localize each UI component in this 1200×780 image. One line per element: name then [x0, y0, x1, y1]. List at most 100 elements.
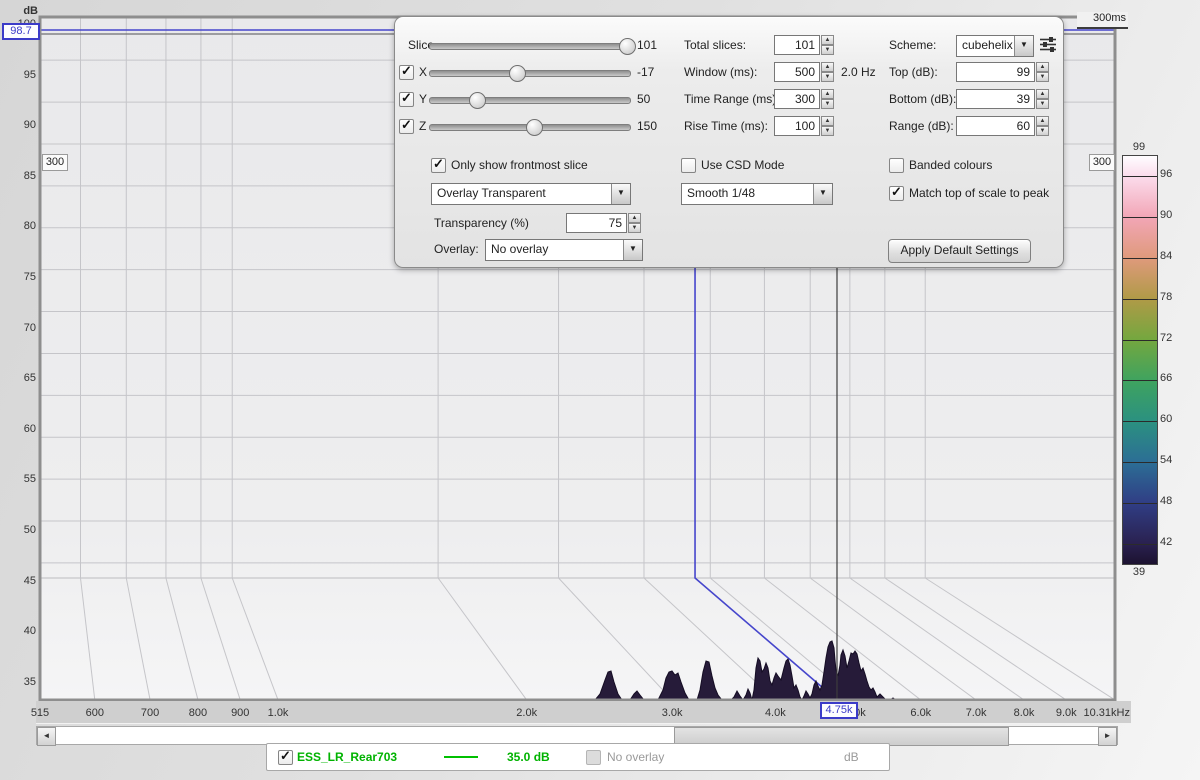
legend-overlay-label: No overlay — [607, 750, 664, 764]
spin-up-icon[interactable]: ▲ — [821, 62, 834, 72]
match-top-label: Match top of scale to peak — [909, 183, 1049, 203]
time-range-input[interactable]: 300 — [774, 89, 820, 109]
spin-up-icon[interactable]: ▲ — [821, 116, 834, 126]
spin-down-icon[interactable]: ▼ — [1036, 126, 1049, 136]
scheme-value: cubehelix — [957, 36, 1014, 56]
scroll-right-icon[interactable]: ► — [1098, 727, 1117, 746]
range-db-spinner: 60 ▲▼ — [956, 116, 1049, 136]
rise-time-label: Rise Time (ms): — [684, 116, 768, 136]
y-slider[interactable] — [429, 97, 631, 104]
match-top-checkbox[interactable] — [889, 186, 904, 201]
slice-slider-thumb[interactable] — [619, 38, 636, 55]
time-range-label: 300ms — [1077, 12, 1128, 29]
colorbar-band-label: 90 — [1160, 209, 1186, 221]
banded-colours-label: Banded colours — [909, 155, 992, 175]
top-db-input[interactable]: 99 — [956, 62, 1035, 82]
legend-bar: ESS_LR_Rear703 35.0 dB No overlay dB — [266, 743, 890, 771]
z-slider-value: 150 — [637, 116, 657, 136]
freq-tick-label: 1.0k — [246, 706, 310, 720]
colorbar-top-label: 99 — [1126, 141, 1152, 153]
chevron-down-icon[interactable]: ▼ — [623, 240, 642, 260]
colorbar-band-line — [1123, 421, 1157, 422]
legend-overlay-checkbox[interactable] — [586, 750, 601, 765]
x-slider-thumb[interactable] — [509, 65, 526, 82]
colorbar-band-line — [1123, 299, 1157, 300]
chevron-down-icon[interactable]: ▼ — [813, 184, 832, 204]
spin-up-icon[interactable]: ▲ — [821, 35, 834, 45]
colorbar-band-label: 60 — [1160, 413, 1186, 425]
trace-name[interactable]: ESS_LR_Rear703 — [297, 750, 397, 764]
spin-down-icon[interactable]: ▼ — [821, 99, 834, 109]
colorbar-band-line — [1123, 462, 1157, 463]
spin-down-icon[interactable]: ▼ — [1036, 99, 1049, 109]
colorbar-band-line — [1123, 544, 1157, 545]
y-axis-checkbox[interactable] — [399, 92, 414, 107]
x-axis-checkbox[interactable] — [399, 65, 414, 80]
rise-time-input[interactable]: 100 — [774, 116, 820, 136]
scheme-label: Scheme: — [889, 35, 936, 55]
bottom-db-input[interactable]: 39 — [956, 89, 1035, 109]
db-tick-label: 90 — [4, 118, 36, 132]
db-tick-label: 50 — [4, 523, 36, 537]
transparency-label: Transparency (%) — [434, 213, 529, 233]
y-slider-label: Y — [419, 89, 427, 109]
scroll-left-icon[interactable]: ◄ — [37, 727, 56, 746]
overlay-mode-select[interactable]: Overlay Transparent ▼ — [431, 183, 631, 205]
colorbar-band-label: 66 — [1160, 372, 1186, 384]
window-ms-spinner: 500 ▲▼ — [774, 62, 834, 82]
spin-up-icon[interactable]: ▲ — [1036, 62, 1049, 72]
banded-colours-checkbox[interactable] — [889, 158, 904, 173]
smoothing-value: Smooth 1/48 — [682, 184, 813, 204]
db-tick-label: 55 — [4, 472, 36, 486]
only-frontmost-checkbox[interactable] — [431, 158, 446, 173]
colorbar-band-label: 72 — [1160, 332, 1186, 344]
y-slider-thumb[interactable] — [469, 92, 486, 109]
spin-down-icon[interactable]: ▼ — [821, 72, 834, 82]
cursor-freq-readout[interactable]: 4.75k — [820, 702, 858, 719]
overlay-select[interactable]: No overlay ▼ — [485, 239, 643, 261]
transparency-input[interactable]: 75 — [566, 213, 627, 233]
use-csd-checkbox[interactable] — [681, 158, 696, 173]
colorbar-band-label: 54 — [1160, 454, 1186, 466]
range-db-input[interactable]: 60 — [956, 116, 1035, 136]
time-rear-label-right: 300 — [1089, 154, 1115, 171]
spin-down-icon[interactable]: ▼ — [628, 223, 641, 233]
smoothing-select[interactable]: Smooth 1/48 ▼ — [681, 183, 833, 205]
trace-visible-checkbox[interactable] — [278, 750, 293, 765]
slice-slider[interactable] — [429, 43, 631, 50]
total-slices-input[interactable]: 101 — [774, 35, 820, 55]
spin-down-icon[interactable]: ▼ — [1036, 72, 1049, 82]
spin-up-icon[interactable]: ▲ — [1036, 116, 1049, 126]
z-slider-thumb[interactable] — [526, 119, 543, 136]
spin-down-icon[interactable]: ▼ — [821, 126, 834, 136]
use-csd-label: Use CSD Mode — [701, 155, 784, 175]
spin-down-icon[interactable]: ▼ — [821, 45, 834, 55]
scheme-select[interactable]: cubehelix ▼ — [956, 35, 1034, 57]
z-slider[interactable] — [429, 124, 631, 131]
window-ms-input[interactable]: 500 — [774, 62, 820, 82]
chevron-down-icon[interactable]: ▼ — [611, 184, 630, 204]
spin-up-icon[interactable]: ▲ — [1036, 89, 1049, 99]
slice-slider-value: 101 — [637, 35, 657, 55]
apply-default-settings-button[interactable]: Apply Default Settings — [888, 239, 1031, 263]
time-range-spinner: 300 ▲▼ — [774, 89, 834, 109]
db-tick-label: 65 — [4, 371, 36, 385]
colorbar-band-label: 84 — [1160, 250, 1186, 262]
z-axis-checkbox[interactable] — [399, 119, 414, 134]
scheme-settings-icon[interactable] — [1039, 36, 1057, 58]
db-tick-label: 45 — [4, 574, 36, 588]
spin-up-icon[interactable]: ▲ — [821, 89, 834, 99]
total-slices-spinner: 101 ▲▼ — [774, 35, 834, 55]
x-slider-value: -17 — [637, 62, 654, 82]
transparency-spinner: 75 ▲▼ — [566, 213, 641, 233]
chevron-down-icon[interactable]: ▼ — [1014, 36, 1033, 56]
x-slider[interactable] — [429, 70, 631, 77]
top-db-spinner: 99 ▲▼ — [956, 62, 1049, 82]
spin-up-icon[interactable]: ▲ — [628, 213, 641, 223]
colorbar-bottom-label: 39 — [1126, 566, 1152, 578]
db-axis-unit: dB — [6, 4, 38, 18]
y-slider-value: 50 — [637, 89, 650, 109]
colorbar-band-line — [1123, 258, 1157, 259]
cursor-level-readout[interactable]: 98.7 — [2, 23, 40, 40]
colorbar-band-label: 78 — [1160, 291, 1186, 303]
